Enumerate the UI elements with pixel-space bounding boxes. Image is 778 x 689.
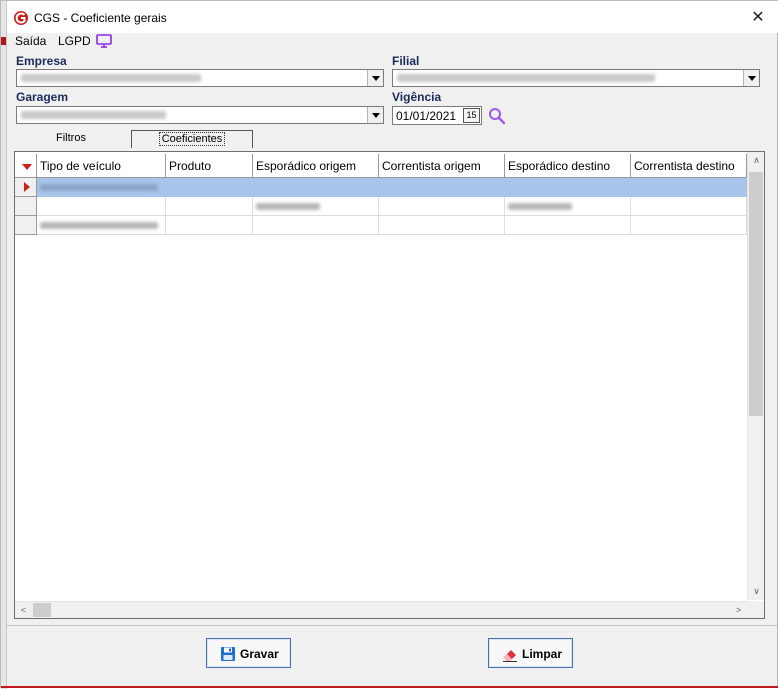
vigencia-date-field[interactable]: 01/01/2021 15 xyxy=(392,106,482,125)
table-cell[interactable] xyxy=(379,178,505,197)
coeficientes-grid: Tipo de veículo Produto Esporádico orige… xyxy=(14,151,765,619)
redacted-text xyxy=(256,203,320,210)
row-indicator[interactable] xyxy=(15,216,37,235)
table-row[interactable] xyxy=(15,178,747,197)
horizontal-scrollbar[interactable]: < > xyxy=(15,601,747,618)
table-cell[interactable] xyxy=(253,197,379,216)
row-indicator[interactable] xyxy=(15,178,37,197)
scroll-corner xyxy=(747,601,764,618)
vigencia-value: 01/01/2021 xyxy=(396,109,457,123)
table-row[interactable] xyxy=(15,216,747,235)
tab-filtros[interactable]: Filtros xyxy=(37,130,105,148)
tab-coeficientes-label: Coeficientes xyxy=(158,132,226,146)
calendar-day-glyph: 15 xyxy=(466,110,477,120)
filial-dropdown-arrow[interactable] xyxy=(743,70,759,86)
horizontal-scroll-thumb[interactable] xyxy=(33,603,51,617)
col-header-produto[interactable]: Produto xyxy=(166,154,253,178)
grid-header: Tipo de veículo Produto Esporádico orige… xyxy=(15,154,747,178)
table-cell[interactable] xyxy=(37,216,166,235)
save-button[interactable]: Gravar xyxy=(206,638,291,668)
clear-button[interactable]: Limpar xyxy=(488,638,573,668)
close-button[interactable]: ✕ xyxy=(747,7,769,29)
empresa-label: Empresa xyxy=(16,54,67,68)
tv-icon[interactable] xyxy=(96,34,112,48)
table-cell[interactable] xyxy=(253,216,379,235)
save-button-label: Gravar xyxy=(240,647,279,661)
floppy-disk-icon xyxy=(221,647,235,661)
search-icon[interactable] xyxy=(488,107,506,125)
menu-item-lgpd[interactable]: LGPD xyxy=(58,34,91,48)
grid-corner-indicator xyxy=(15,154,37,178)
table-cell[interactable] xyxy=(505,197,631,216)
main-window: CGS - Coeficiente gerais ✕ Saída LGPD Em… xyxy=(0,0,778,689)
tab-filtros-label: Filtros xyxy=(56,132,86,144)
title-bar: CGS - Coeficiente gerais ✕ xyxy=(7,1,778,33)
redacted-text xyxy=(40,222,158,229)
scroll-up-icon[interactable]: ∧ xyxy=(748,152,765,169)
cgs-logo-icon xyxy=(14,11,28,25)
filial-value xyxy=(397,74,655,82)
col-header-esporadico-origem[interactable]: Esporádico origem xyxy=(253,154,379,178)
scroll-down-icon[interactable]: ∨ xyxy=(748,583,765,600)
redacted-text xyxy=(508,203,572,210)
empresa-dropdown-arrow[interactable] xyxy=(367,70,383,86)
calendar-icon[interactable]: 15 xyxy=(463,108,480,123)
table-cell[interactable] xyxy=(631,216,747,235)
garagem-value xyxy=(21,111,166,119)
vertical-scrollbar[interactable]: ∧ ∨ xyxy=(747,152,764,600)
table-cell[interactable] xyxy=(166,197,253,216)
window-title: CGS - Coeficiente gerais xyxy=(34,11,167,25)
scroll-left-icon[interactable]: < xyxy=(15,602,32,619)
menu-bar: Saída LGPD xyxy=(7,33,778,51)
table-cell[interactable] xyxy=(166,178,253,197)
col-header-correntista-origem[interactable]: Correntista origem xyxy=(379,154,505,178)
tab-coeficientes[interactable]: Coeficientes xyxy=(131,130,253,148)
table-cell[interactable] xyxy=(631,178,747,197)
col-header-correntista-destino[interactable]: Correntista destino xyxy=(631,154,747,178)
background-window-edge xyxy=(1,1,7,689)
table-cell[interactable] xyxy=(379,197,505,216)
menu-item-saida[interactable]: Saída xyxy=(15,34,46,48)
garagem-combo[interactable] xyxy=(16,106,384,124)
filial-label: Filial xyxy=(392,54,420,68)
scroll-right-icon[interactable]: > xyxy=(730,602,747,619)
col-header-tipo-veiculo[interactable]: Tipo de veículo xyxy=(37,154,166,178)
redacted-text xyxy=(40,184,158,191)
row-indicator[interactable] xyxy=(15,197,37,216)
eraser-icon xyxy=(503,650,517,662)
filial-combo[interactable] xyxy=(392,69,760,87)
col-header-esporadico-destino[interactable]: Esporádico destino xyxy=(505,154,631,178)
tab-strip: Filtros Coeficientes xyxy=(7,128,778,148)
vertical-scroll-thumb[interactable] xyxy=(749,172,763,416)
table-cell[interactable] xyxy=(505,178,631,197)
clear-button-label: Limpar xyxy=(522,647,563,661)
table-cell[interactable] xyxy=(379,216,505,235)
garagem-label: Garagem xyxy=(16,90,69,104)
close-icon: ✕ xyxy=(751,9,765,26)
table-cell[interactable] xyxy=(37,178,166,197)
background-window-marker xyxy=(1,37,6,45)
table-cell[interactable] xyxy=(253,178,379,197)
table-row[interactable] xyxy=(15,197,747,216)
empresa-value xyxy=(21,74,201,82)
table-cell[interactable] xyxy=(37,197,166,216)
table-cell[interactable] xyxy=(166,216,253,235)
footer-separator xyxy=(7,625,777,626)
table-cell[interactable] xyxy=(505,216,631,235)
empresa-combo[interactable] xyxy=(16,69,384,87)
garagem-dropdown-arrow[interactable] xyxy=(367,107,383,123)
vigencia-label: Vigência xyxy=(392,90,442,104)
table-cell[interactable] xyxy=(631,197,747,216)
